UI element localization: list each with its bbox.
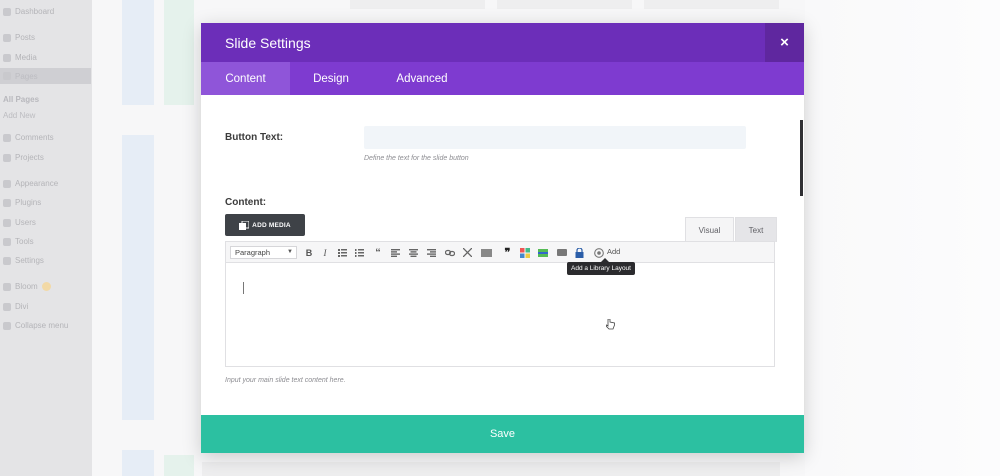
mouse-pointer-icon [605, 318, 615, 333]
toolbar-toggle-icon[interactable] [480, 246, 492, 259]
text-cursor [243, 282, 244, 294]
sidebar-item-bloom[interactable]: Bloom [3, 282, 51, 291]
layout-blocks-icon[interactable] [519, 246, 530, 259]
user-icon [3, 218, 11, 227]
close-button[interactable]: × [765, 23, 804, 62]
sidebar-item-comments[interactable]: Comments [3, 133, 54, 142]
content-description: Input your main slide text content here. [225, 377, 346, 384]
builder-section-bar [122, 0, 154, 105]
settings-icon [3, 256, 11, 265]
slide-settings-modal: Slide Settings × Content Design Advanced… [201, 23, 804, 453]
bloom-icon [3, 282, 11, 291]
sidebar-item-collapse-menu[interactable]: Collapse menu [3, 321, 68, 330]
button-text-description: Define the text for the slide button [364, 155, 469, 162]
sidebar-item-pages[interactable]: Pages [0, 68, 91, 84]
format-select[interactable]: Paragraph ▼ [230, 246, 297, 259]
builder-section-bar [122, 135, 154, 420]
tab-content[interactable]: Content [201, 62, 290, 95]
divi-icon [3, 302, 11, 311]
brush-icon [3, 179, 11, 188]
close-icon: × [780, 34, 789, 51]
sidebar-item-appearance[interactable]: Appearance [3, 179, 58, 188]
notification-badge [41, 282, 51, 291]
builder-module-block [350, 0, 485, 9]
modal-scrollbar[interactable] [800, 120, 803, 196]
media-icon [3, 53, 11, 62]
builder-module-block [644, 0, 779, 9]
sidebar-subitem-add-new[interactable]: Add New [3, 111, 35, 120]
sidebar-item-plugins[interactable]: Plugins [3, 198, 41, 207]
button-shortcode-icon[interactable] [556, 246, 567, 259]
media-icon [239, 220, 250, 230]
bold-icon[interactable]: B [304, 246, 314, 259]
lock-icon[interactable] [574, 246, 585, 259]
blockquote-icon[interactable]: “ [372, 246, 384, 259]
modal-body: Button Text: Define the text for the sli… [201, 95, 804, 415]
wp-admin-sidebar: Dashboard Posts Media Pages All Pages Ad… [0, 0, 92, 476]
numbered-list-icon[interactable] [354, 246, 364, 259]
tooltip: Add a Library Layout [567, 258, 635, 275]
builder-row-bar [164, 455, 194, 476]
editor-tab-visual[interactable]: Visual [685, 217, 734, 242]
collapse-icon [3, 321, 11, 330]
sidebar-item-settings[interactable]: Settings [3, 256, 44, 265]
sidebar-subitem-all-pages[interactable]: All Pages [3, 95, 39, 104]
modal-header: Slide Settings × [201, 23, 804, 62]
pin-icon [3, 33, 11, 42]
background-fade [805, 0, 1000, 476]
editor-toolbar: Paragraph ▼ B I “ ❞ Add [225, 241, 775, 263]
add-layout-label[interactable]: Add [607, 247, 620, 256]
builder-row-bar [164, 0, 194, 105]
align-center-icon[interactable] [408, 246, 418, 259]
pages-icon [3, 72, 11, 80]
quote-shortcode-icon[interactable]: ❞ [502, 246, 513, 259]
comment-icon [3, 133, 11, 142]
fullscreen-icon[interactable] [462, 246, 473, 259]
sidebar-item-dashboard[interactable]: Dashboard [3, 7, 54, 16]
italic-icon[interactable]: I [320, 246, 330, 259]
sidebar-item-divi[interactable]: Divi [3, 302, 28, 311]
tab-advanced[interactable]: Advanced [372, 62, 472, 95]
builder-section-bar [122, 450, 154, 476]
add-media-button[interactable]: ADD MEDIA [225, 214, 305, 236]
builder-module-block [497, 0, 632, 9]
pin-icon [3, 153, 11, 162]
button-text-label: Button Text: [225, 132, 284, 143]
tab-design[interactable]: Design [290, 62, 372, 95]
sidebar-item-projects[interactable]: Projects [3, 153, 44, 162]
sidebar-item-posts[interactable]: Posts [3, 33, 35, 42]
chevron-down-icon: ▼ [287, 249, 293, 255]
sidebar-item-users[interactable]: Users [3, 218, 36, 227]
dashboard-icon [3, 7, 11, 16]
save-button[interactable]: Save [201, 415, 804, 453]
editor-tab-text[interactable]: Text [735, 217, 777, 242]
wrench-icon [3, 237, 11, 246]
sidebar-item-tools[interactable]: Tools [3, 237, 34, 246]
bulleted-list-icon[interactable] [337, 246, 347, 259]
modal-title: Slide Settings [225, 35, 311, 51]
plugin-icon [3, 198, 11, 207]
builder-module-block [202, 462, 780, 476]
align-left-icon[interactable] [390, 246, 400, 259]
content-editor[interactable] [225, 263, 775, 367]
align-right-icon[interactable] [426, 246, 436, 259]
link-icon[interactable] [444, 246, 455, 259]
sidebar-item-media[interactable]: Media [3, 53, 37, 62]
box-shortcode-icon[interactable] [537, 246, 548, 259]
button-text-input[interactable] [364, 126, 746, 149]
settings-tabs: Content Design Advanced [201, 62, 804, 95]
content-label: Content: [225, 197, 267, 208]
